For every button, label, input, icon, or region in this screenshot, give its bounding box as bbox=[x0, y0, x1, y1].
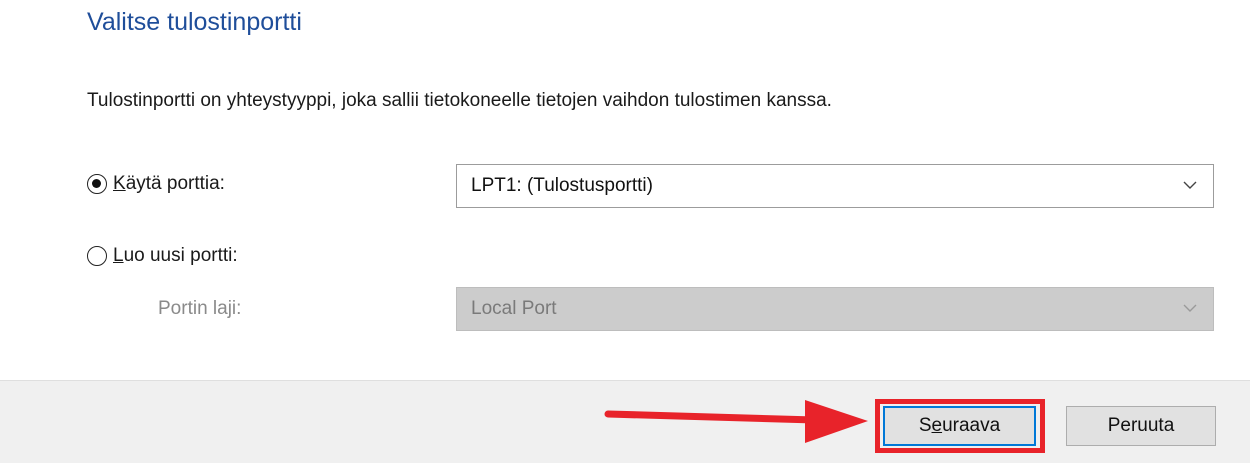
wizard-content: Valitse tulostinportti Tulostinportti on… bbox=[0, 0, 1250, 380]
chevron-down-icon bbox=[1183, 181, 1197, 189]
page-description: Tulostinportti on yhteystyyppi, joka sal… bbox=[87, 90, 832, 111]
radio-unchecked-icon[interactable] bbox=[87, 246, 107, 266]
existing-port-value: LPT1: (Tulostusportti) bbox=[471, 175, 653, 196]
page-title: Valitse tulostinportti bbox=[87, 8, 302, 36]
use-existing-port-option[interactable]: Käytä porttia: bbox=[87, 173, 225, 195]
create-new-port-option[interactable]: Luo uusi portti: bbox=[87, 245, 238, 267]
radio-checked-icon[interactable] bbox=[87, 174, 107, 194]
chevron-down-icon bbox=[1183, 304, 1197, 312]
cancel-button-label: Peruuta bbox=[1107, 415, 1175, 436]
next-label-end: uraava bbox=[942, 415, 1001, 436]
wizard-footer bbox=[0, 380, 1250, 463]
port-type-dropdown: Local Port bbox=[456, 287, 1214, 331]
next-button-label: Seuraava bbox=[919, 415, 1000, 437]
next-button[interactable]: Seuraava bbox=[883, 406, 1036, 446]
create-new-port-accelerator: L bbox=[113, 245, 124, 266]
create-new-port-label-text: uo uusi portti: bbox=[123, 245, 238, 266]
use-existing-port-accelerator: K bbox=[113, 173, 126, 194]
next-label-accelerator: e bbox=[931, 415, 943, 436]
use-existing-port-label-text: äytä porttia: bbox=[125, 173, 225, 194]
use-existing-port-label: Käytä porttia: bbox=[113, 173, 225, 195]
next-label-start: S bbox=[918, 415, 932, 436]
port-type-label: Portin laji: bbox=[158, 298, 242, 319]
port-type-value: Local Port bbox=[471, 298, 557, 319]
existing-port-dropdown[interactable]: LPT1: (Tulostusportti) bbox=[456, 164, 1214, 208]
cancel-button[interactable]: Peruuta bbox=[1066, 406, 1216, 446]
create-new-port-label: Luo uusi portti: bbox=[113, 245, 238, 267]
